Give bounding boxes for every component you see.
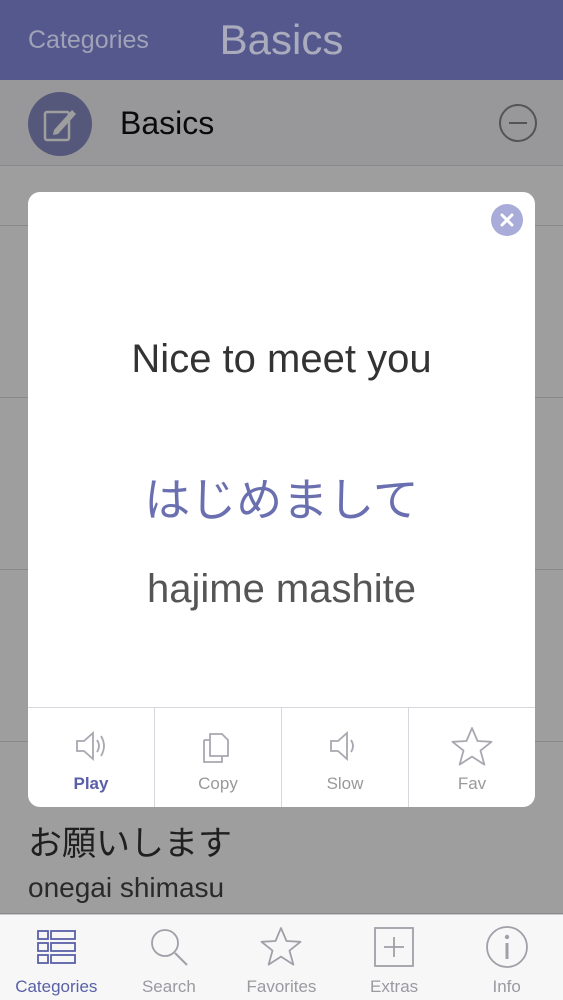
tab-search[interactable]: Search	[113, 915, 226, 1000]
tab-label: Categories	[15, 977, 98, 996]
star-icon	[451, 727, 493, 766]
star-icon	[261, 927, 302, 966]
speaker-slow-icon	[330, 730, 354, 762]
copy-label: Copy	[198, 774, 238, 793]
tab-favorites[interactable]: Favorites	[225, 915, 338, 1000]
list-icon	[37, 930, 77, 964]
tab-label: Search	[141, 977, 196, 996]
navbar-dim-overlay	[0, 0, 563, 80]
tab-categories[interactable]: Categories	[0, 915, 113, 1000]
copy-icon	[203, 733, 229, 763]
play-label: Play	[73, 774, 109, 793]
tab-extras[interactable]: Extras	[338, 915, 451, 1000]
native-phrase: はじめまして	[144, 473, 419, 527]
tab-label: Favorites	[246, 977, 317, 996]
english-phrase: Nice to meet you	[131, 337, 432, 381]
phrase-actions: Play Copy Slow Fav	[28, 707, 535, 807]
tab-bar: Categories Search Favorites Extras Info	[0, 914, 563, 1000]
speaker-icon	[76, 730, 105, 762]
romanization: hajime mashite	[146, 567, 416, 611]
play-button[interactable]: Play	[28, 708, 155, 807]
search-icon	[150, 929, 188, 966]
slow-button[interactable]: Slow	[282, 708, 409, 807]
slow-label: Slow	[326, 774, 364, 793]
fav-label: Fav	[457, 774, 487, 793]
favorite-button[interactable]: Fav	[409, 708, 535, 807]
tab-label: Extras	[369, 977, 419, 996]
info-icon	[485, 926, 528, 968]
tab-label: Info	[492, 977, 521, 996]
tab-info[interactable]: Info	[450, 915, 563, 1000]
close-icon	[500, 213, 514, 227]
copy-button[interactable]: Copy	[155, 708, 282, 807]
close-button[interactable]	[491, 204, 523, 236]
phrase-detail-card: Nice to meet you はじめまして hajime mashite P…	[28, 192, 535, 807]
plus-box-icon	[374, 927, 414, 967]
